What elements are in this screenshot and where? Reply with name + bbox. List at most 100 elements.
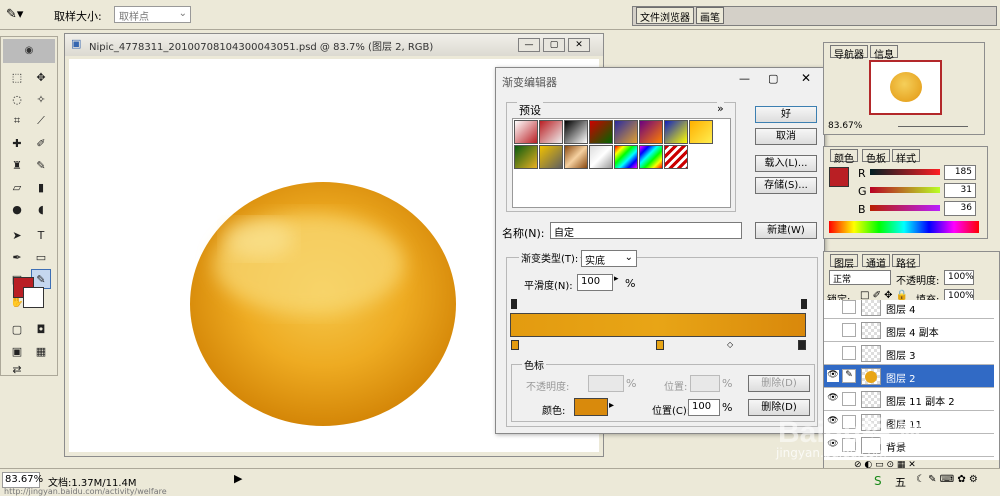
eye-icon[interactable]: 👁 (827, 393, 839, 405)
eraser-icon[interactable]: ▱ (7, 177, 27, 197)
stop-color-swatch[interactable] (574, 398, 608, 416)
color-stop-middle[interactable] (656, 340, 664, 350)
crop-icon[interactable]: ⌗ (7, 111, 27, 131)
tab-layers[interactable]: 图层 (830, 254, 858, 270)
close-button[interactable]: ✕ (568, 38, 590, 52)
visibility-icon[interactable] (827, 324, 839, 336)
gradient-icon[interactable]: ▮ (31, 177, 51, 197)
visibility-icon[interactable] (827, 301, 839, 313)
tab-channels[interactable]: 通道 (862, 254, 890, 270)
preset-swatch[interactable] (614, 145, 638, 169)
move-icon[interactable]: ✥ (31, 67, 51, 87)
link-icon[interactable] (842, 300, 856, 314)
tab-color[interactable]: 颜色 (830, 149, 858, 165)
smoothness-dropdown-icon[interactable]: ▸ (614, 274, 619, 284)
preset-swatch[interactable] (514, 120, 538, 144)
eyedropper-icon[interactable]: ✎▾ (6, 7, 23, 22)
stamp-icon[interactable]: ♜ (7, 155, 27, 175)
eyedropper-tool-icon[interactable]: ✎ (31, 269, 51, 289)
ok-button[interactable]: 好 (755, 106, 817, 123)
layer-row[interactable]: 图层 4 副本 (824, 319, 994, 342)
quick-mask-off-icon[interactable]: ▢ (7, 319, 27, 339)
blend-mode-select[interactable]: 正常 (829, 270, 891, 285)
dialog-minimize-icon[interactable]: — (739, 72, 750, 85)
type-icon[interactable]: T (31, 225, 51, 245)
history-brush-icon[interactable]: ✎ (31, 155, 51, 175)
color-stop-right[interactable] (798, 340, 806, 350)
layer-row[interactable]: 图层 3 (824, 342, 994, 365)
preset-swatch[interactable] (564, 120, 588, 144)
ime-mode[interactable]: 五 (895, 474, 906, 490)
pen-icon[interactable]: ✒ (7, 247, 27, 267)
maximize-button[interactable]: ▢ (543, 38, 565, 52)
color-stop-left[interactable] (511, 340, 519, 350)
screen-mode-icon[interactable]: ▣ (7, 341, 27, 361)
minimize-button[interactable]: — (518, 38, 540, 52)
r-input[interactable]: 185 (944, 165, 976, 180)
visibility-icon[interactable] (827, 347, 839, 359)
link-icon[interactable] (842, 392, 856, 406)
opacity-stop-right[interactable] (801, 299, 807, 309)
tray-icons[interactable]: ☾ ✎ ⌨ ✿ ⚙ (916, 474, 978, 485)
sample-size-select[interactable]: 取样点 ⌄ (114, 6, 191, 23)
b-input[interactable]: 36 (944, 201, 976, 216)
dodge-icon[interactable]: ◖ (31, 199, 51, 219)
preset-swatch[interactable] (539, 145, 563, 169)
blur-icon[interactable]: ● (7, 199, 27, 219)
screen-mode-full-icon[interactable]: ▦ (31, 341, 51, 361)
smoothness-input[interactable]: 100 (577, 274, 613, 291)
preset-swatch[interactable] (689, 120, 713, 144)
tab-file-browser[interactable]: 文件浏览器 (636, 7, 694, 24)
magic-wand-icon[interactable]: ✧ (31, 89, 51, 109)
location-c-input[interactable]: 100 (688, 399, 720, 416)
tab-navigator[interactable]: 导航器 (830, 45, 868, 61)
marquee-icon[interactable]: ⬚ (7, 67, 27, 87)
dialog-maximize-icon[interactable]: ▢ (768, 72, 778, 85)
slice-icon[interactable]: ⟋ (31, 111, 51, 131)
save-button[interactable]: 存储(S)... (755, 177, 817, 194)
preset-swatch[interactable] (589, 145, 613, 169)
b-slider[interactable] (870, 205, 940, 211)
g-slider[interactable] (870, 187, 940, 193)
status-menu-icon[interactable]: ▶ (234, 472, 242, 485)
lasso-icon[interactable]: ◌ (7, 89, 27, 109)
r-slider[interactable] (870, 169, 940, 175)
brush-icon[interactable]: ✐ (31, 133, 51, 153)
layer-row[interactable]: 图层 4 (824, 300, 994, 319)
gradient-type-select[interactable]: 实底 ⌄ (581, 250, 637, 267)
color-menu-icon[interactable]: ▸ (609, 400, 614, 411)
status-zoom[interactable]: 83.67% (2, 472, 43, 488)
gradient-preview-bar[interactable] (510, 313, 806, 337)
new-button[interactable]: 新建(W) (755, 222, 817, 239)
link-icon[interactable] (842, 323, 856, 337)
dialog-close-icon[interactable]: ✕ (801, 71, 811, 85)
cancel-button[interactable]: 取消 (755, 128, 817, 145)
link-icon[interactable] (842, 346, 856, 360)
opacity-stop-left[interactable] (511, 299, 517, 309)
path-select-icon[interactable]: ➤ (7, 225, 27, 245)
healing-icon[interactable]: ✚ (7, 133, 27, 153)
tab-styles[interactable]: 样式 (892, 149, 920, 165)
tab-brushes[interactable]: 画笔 (696, 7, 724, 24)
preset-swatch[interactable] (514, 145, 538, 169)
preset-swatch[interactable] (539, 120, 563, 144)
navigator-thumbnail[interactable] (869, 60, 942, 115)
preset-swatch[interactable] (664, 145, 688, 169)
eye-icon[interactable]: 👁 (827, 370, 839, 382)
preset-swatch[interactable] (589, 120, 613, 144)
name-input[interactable]: 自定 (550, 222, 742, 239)
preset-swatch[interactable] (639, 145, 663, 169)
shape-icon[interactable]: ▭ (31, 247, 51, 267)
color-ramp[interactable] (829, 221, 979, 233)
tab-swatches[interactable]: 色板 (862, 149, 890, 165)
background-color[interactable] (23, 287, 44, 308)
midpoint-diamond-icon[interactable]: ◇ (727, 340, 733, 349)
preset-swatch[interactable] (639, 120, 663, 144)
presets-menu-icon[interactable]: » (717, 102, 724, 115)
jump-to-imageready-icon[interactable]: ⇄ (7, 359, 27, 379)
preset-swatch[interactable] (664, 120, 688, 144)
g-input[interactable]: 31 (944, 183, 976, 198)
tab-paths[interactable]: 路径 (892, 254, 920, 270)
zoom-slider[interactable] (898, 126, 968, 127)
layer-row-selected[interactable]: 👁 ✎ 图层 2 (824, 365, 994, 388)
